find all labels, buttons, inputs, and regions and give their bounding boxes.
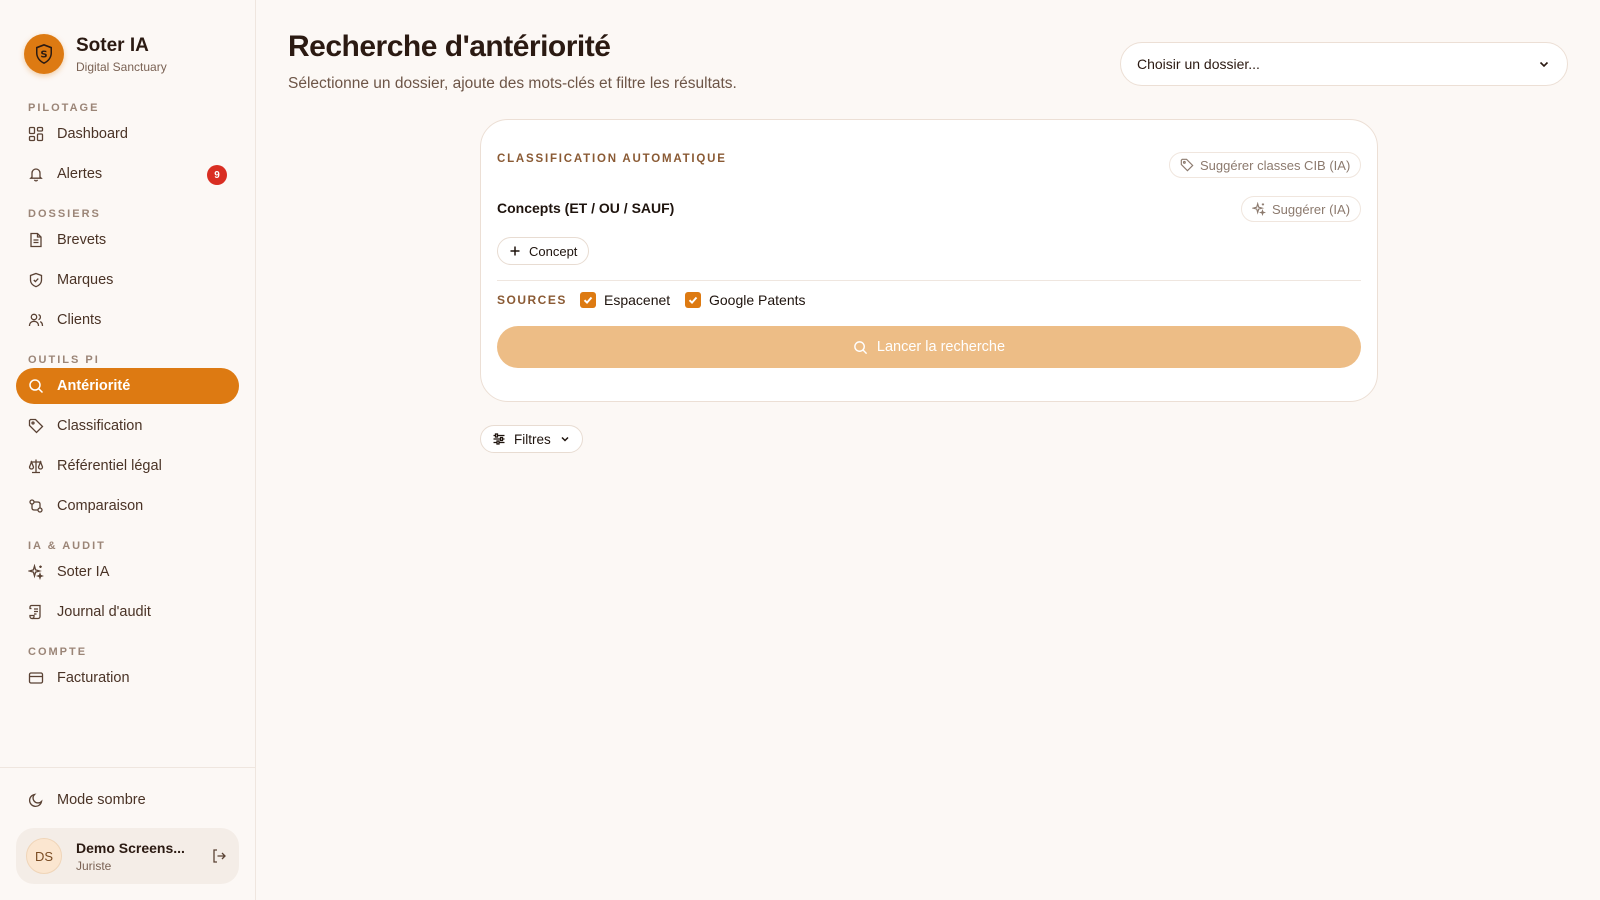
suggest-ia-label: Suggérer (IA) bbox=[1272, 201, 1351, 217]
checkbox-checked-icon bbox=[685, 292, 701, 308]
section-label-dossiers: DOSSIERS bbox=[28, 208, 101, 220]
sidebar-item-alertes[interactable]: Alertes 9 bbox=[16, 156, 239, 192]
chevron-down-icon bbox=[559, 433, 571, 445]
add-concept-button[interactable]: Concept bbox=[497, 237, 590, 265]
dossier-select[interactable]: Choisir un dossier... bbox=[1120, 42, 1568, 86]
avatar: DS bbox=[26, 838, 62, 874]
shield-icon bbox=[28, 272, 44, 288]
suggest-cib-label: Suggérer classes CIB (IA) bbox=[1200, 157, 1351, 173]
dark-mode-label: Mode sombre bbox=[57, 792, 146, 808]
search-icon bbox=[28, 378, 44, 394]
filters-label: Filtres bbox=[514, 431, 551, 447]
source-label: Espacenet bbox=[604, 292, 671, 308]
sidebar-item-marques[interactable]: Marques bbox=[16, 262, 239, 298]
main-content: Recherche d'antériorité Sélectionne un d… bbox=[256, 0, 1600, 900]
sidebar-item-soter-ia[interactable]: Soter IA bbox=[16, 554, 239, 590]
scale-icon bbox=[28, 458, 44, 474]
source-checkbox-espacenet[interactable]: Espacenet bbox=[580, 292, 670, 308]
section-label-ia-audit: IA & AUDIT bbox=[28, 540, 106, 552]
user-card[interactable]: DS Demo Screens... Juriste bbox=[16, 828, 239, 884]
sidebar-item-brevets[interactable]: Brevets bbox=[16, 222, 239, 258]
brand-subtitle: Digital Sanctuary bbox=[76, 59, 167, 74]
user-role: Juriste bbox=[76, 858, 112, 873]
bell-icon bbox=[28, 166, 44, 182]
add-concept-label: Concept bbox=[529, 243, 578, 259]
section-label-outils: OUTILS PI bbox=[28, 354, 100, 366]
dossier-select-value: Choisir un dossier... bbox=[1137, 56, 1260, 72]
suggest-cib-button[interactable]: Suggérer classes CIB (IA) bbox=[1169, 152, 1362, 178]
concepts-label: Concepts (ET / OU / SAUF) bbox=[497, 200, 675, 216]
moon-icon bbox=[28, 792, 44, 808]
sidebar-item-anteriorite[interactable]: Antériorité bbox=[16, 368, 239, 404]
sidebar-item-label: Comparaison bbox=[57, 498, 144, 514]
page-title: Recherche d'antériorité bbox=[288, 30, 611, 63]
sidebar-item-clients[interactable]: Clients bbox=[16, 302, 239, 338]
tag-icon bbox=[28, 418, 44, 434]
user-name: Demo Screens... bbox=[76, 839, 185, 856]
sidebar-item-dashboard[interactable]: Dashboard bbox=[16, 116, 239, 152]
sources-label: SOURCES bbox=[497, 293, 567, 307]
compare-icon bbox=[28, 498, 44, 514]
search-icon bbox=[853, 340, 868, 355]
chevron-down-icon bbox=[1537, 57, 1551, 71]
shield-logo-icon: S bbox=[24, 34, 64, 74]
grid-icon bbox=[28, 126, 44, 142]
sidebar-item-label: Alertes bbox=[57, 166, 103, 182]
sidebar-item-label: Journal d'audit bbox=[57, 604, 151, 620]
sidebar-item-referentiel[interactable]: Référentiel légal bbox=[16, 448, 239, 484]
sidebar-item-classification[interactable]: Classification bbox=[16, 408, 239, 444]
sidebar-item-label: Classification bbox=[57, 418, 143, 434]
dark-mode-toggle[interactable]: Mode sombre bbox=[16, 780, 239, 820]
sidebar-item-label: Facturation bbox=[57, 670, 130, 686]
classification-heading: CLASSIFICATION AUTOMATIQUE bbox=[497, 153, 727, 165]
launch-search-label: Lancer la recherche bbox=[876, 339, 1006, 355]
sliders-icon bbox=[492, 432, 506, 446]
search-card: CLASSIFICATION AUTOMATIQUE Suggérer clas… bbox=[480, 119, 1378, 402]
tag-icon bbox=[1180, 158, 1194, 172]
users-icon bbox=[28, 312, 44, 328]
sidebar-nav: PILOTAGE Dashboard Alertes 9 DOSSIERS Br… bbox=[0, 86, 255, 767]
sidebar-item-label: Référentiel légal bbox=[57, 458, 162, 474]
section-label-pilotage: PILOTAGE bbox=[28, 102, 100, 114]
document-icon bbox=[28, 232, 44, 248]
sidebar-item-label: Dashboard bbox=[57, 126, 128, 142]
divider bbox=[497, 280, 1361, 281]
sidebar-footer: Mode sombre DS Demo Screens... Juriste bbox=[0, 767, 255, 900]
sidebar-item-facturation[interactable]: Facturation bbox=[16, 660, 239, 696]
section-label-compte: COMPTE bbox=[28, 646, 88, 658]
sidebar-item-label: Soter IA bbox=[57, 564, 110, 580]
source-checkbox-google-patents[interactable]: Google Patents bbox=[685, 292, 806, 308]
source-label: Google Patents bbox=[709, 292, 806, 308]
brand-title: Soter IA bbox=[76, 34, 149, 56]
sidebar-item-label: Marques bbox=[57, 272, 114, 288]
sidebar-item-label: Antériorité bbox=[57, 378, 131, 394]
sparkles-icon bbox=[28, 564, 44, 580]
sidebar-item-label: Clients bbox=[57, 312, 102, 328]
brand: S Soter IA Digital Sanctuary bbox=[0, 0, 255, 86]
page-subtitle: Sélectionne un dossier, ajoute des mots-… bbox=[288, 75, 737, 92]
plus-icon bbox=[509, 245, 521, 257]
sparkles-icon bbox=[1252, 202, 1266, 216]
filters-button[interactable]: Filtres bbox=[480, 425, 583, 453]
sidebar-item-label: Brevets bbox=[57, 232, 107, 248]
alert-count-badge: 9 bbox=[207, 165, 227, 185]
credit-card-icon bbox=[28, 670, 44, 686]
suggest-ia-button[interactable]: Suggérer (IA) bbox=[1241, 196, 1362, 222]
sidebar-item-journal[interactable]: Journal d'audit bbox=[16, 594, 239, 630]
svg-text:S: S bbox=[40, 50, 47, 61]
checkbox-checked-icon bbox=[580, 292, 596, 308]
launch-search-button[interactable]: Lancer la recherche bbox=[497, 326, 1361, 368]
logout-icon[interactable] bbox=[209, 846, 229, 866]
sidebar-item-comparaison[interactable]: Comparaison bbox=[16, 488, 239, 524]
sidebar: S Soter IA Digital Sanctuary PILOTAGE Da… bbox=[0, 0, 256, 900]
scroll-icon bbox=[28, 604, 44, 620]
